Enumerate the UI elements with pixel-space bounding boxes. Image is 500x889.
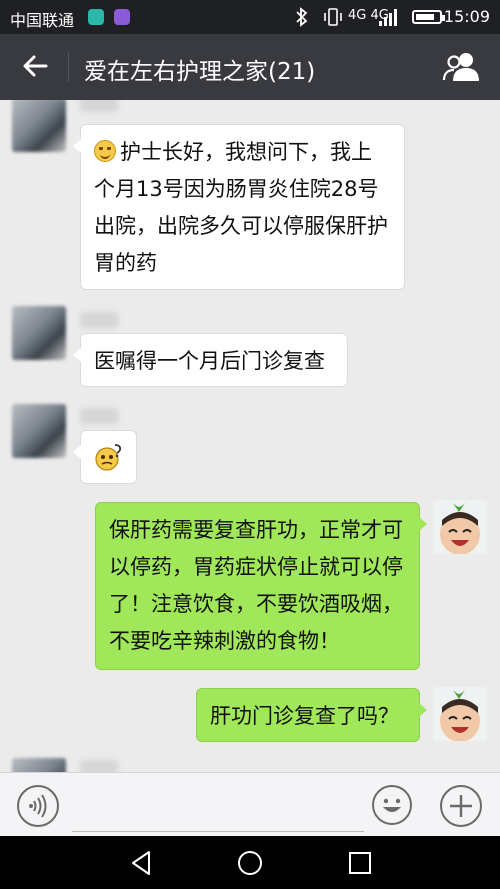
child-photo-avatar xyxy=(433,687,487,741)
arrow-left-icon xyxy=(23,55,48,77)
sender-avatar[interactable] xyxy=(12,306,66,360)
notification-app-icon xyxy=(88,9,104,25)
sender-nickname xyxy=(80,408,118,424)
message-bubble[interactable]: 保肝药需要复查肝功，正常才可以停药，胃药症状停止就可以停了！注意饮食，不要饮酒吸… xyxy=(95,502,427,670)
message-bubble[interactable]: 医嘱得一个月后门诊复查 xyxy=(73,333,348,387)
clock-time: 15:09 xyxy=(443,7,490,26)
emoji-face-icon xyxy=(383,798,401,812)
group-icon xyxy=(442,53,479,81)
nav-home-icon[interactable] xyxy=(233,846,267,880)
more-button[interactable] xyxy=(440,785,482,827)
my-avatar[interactable] xyxy=(433,687,487,741)
my-avatar[interactable] xyxy=(433,500,487,554)
message-input[interactable] xyxy=(72,785,364,832)
sender-avatar[interactable] xyxy=(12,404,66,458)
smile-emoji-icon xyxy=(94,140,116,162)
group-members-button[interactable] xyxy=(442,51,482,83)
message-text: 保肝药需要复查肝功，正常才可以停药，胃药症状停止就可以停了！注意饮食，不要饮酒吸… xyxy=(109,518,403,653)
voice-icon xyxy=(29,794,47,818)
nav-recents-icon[interactable] xyxy=(343,846,377,880)
message-text: 护士长好，我想问下，我上个月13号因为肠胃炎住院28号出院，出院多久可以停服保肝… xyxy=(94,140,388,275)
chat-title: 爱在左右护理之家(21) xyxy=(84,59,316,85)
sender-avatar[interactable] xyxy=(12,758,66,772)
vibrate-icon xyxy=(324,8,342,26)
notification-gallery-icon xyxy=(114,9,130,25)
sender-nickname xyxy=(80,312,118,328)
confused-face-sticker xyxy=(95,444,122,471)
message-bubble[interactable]: 肝功门诊复查了吗？ xyxy=(196,688,427,742)
message-bubble[interactable]: 护士长好，我想问下，我上个月13号因为肠胃炎住院28号出院，出院多久可以停服保肝… xyxy=(73,124,405,290)
sender-nickname xyxy=(80,100,118,112)
signal-icon xyxy=(379,9,397,26)
system-nav-bar xyxy=(0,836,500,889)
child-photo-avatar xyxy=(433,500,487,554)
voice-button[interactable] xyxy=(17,785,59,827)
header-divider xyxy=(68,52,69,82)
emoji-button[interactable] xyxy=(372,785,412,825)
battery-icon xyxy=(412,10,445,24)
carrier-name: 中国联通 xyxy=(10,11,75,30)
chat-header: 爱在左右护理之家(21) xyxy=(0,34,500,100)
message-text: 肝功门诊复查了吗？ xyxy=(210,704,399,728)
input-bar xyxy=(0,772,500,836)
bluetooth-icon xyxy=(296,7,308,27)
status-bar: 中国联通 4G 4G 15:09 xyxy=(0,0,500,34)
sender-nickname xyxy=(80,760,118,772)
sender-avatar[interactable] xyxy=(12,100,66,152)
back-button[interactable] xyxy=(18,48,54,84)
message-bubble[interactable] xyxy=(73,430,137,484)
message-list[interactable]: 护士长好，我想问下，我上个月13号因为肠胃炎住院28号出院，出院多久可以停服保肝… xyxy=(0,100,500,772)
nav-back-icon[interactable] xyxy=(125,846,159,880)
message-text: 医嘱得一个月后门诊复查 xyxy=(94,349,325,373)
plus-icon xyxy=(450,795,472,817)
